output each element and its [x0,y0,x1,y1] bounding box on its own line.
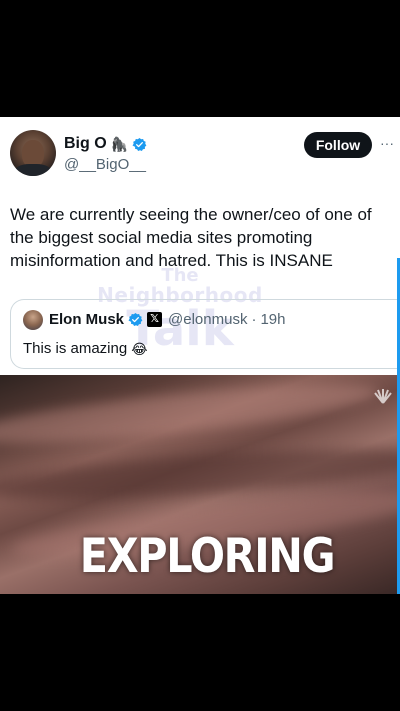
quoted-tweet-text-row: This is amazing 😂 [23,340,148,357]
quoted-separator: · [251,311,257,328]
quoted-timestamp[interactable]: 19h [260,311,285,328]
letterbox-top [0,0,400,117]
quoted-author-handle[interactable]: @elonmusk [168,311,247,328]
quoted-author-name[interactable]: Elon Musk [49,311,124,328]
quoted-author-avatar[interactable] [23,310,43,330]
network-logo-icon [374,389,392,404]
gorilla-emoji-icon: 🦍 [110,136,129,152]
video-frame[interactable]: EXPLORING [0,375,397,594]
author-handle[interactable]: @__BigO__ [64,156,146,173]
tweet-card: The Neighborhood Talk Big O 🦍 @__BigO__ … [0,117,400,375]
follow-button[interactable]: Follow [304,132,372,158]
video-caption: EXPLORING [79,529,336,584]
more-options-icon[interactable]: ··· [380,135,394,151]
x-affiliate-icon: 𝕏 [147,312,163,327]
laughing-emoji-icon: 😂 [131,340,148,357]
quoted-tweet-header: Elon Musk 𝕏 @elonmusk · 19h [49,311,285,328]
author-display-name[interactable]: Big O [64,135,107,153]
tweet-body-text: We are currently seeing the owner/ceo of… [10,205,372,270]
author-avatar[interactable] [10,130,56,176]
verified-badge-icon [128,312,143,326]
author-name-row[interactable]: Big O 🦍 [64,135,147,153]
avatar-shirt [14,164,52,176]
verified-badge-icon [132,137,147,151]
quoted-tweet-card[interactable]: Elon Musk 𝕏 @elonmusk · 19h This is amaz… [10,299,400,369]
letterbox-bottom [0,594,400,711]
quoted-tweet-text: This is amazing [23,340,128,357]
video-blur-streak [0,375,381,455]
